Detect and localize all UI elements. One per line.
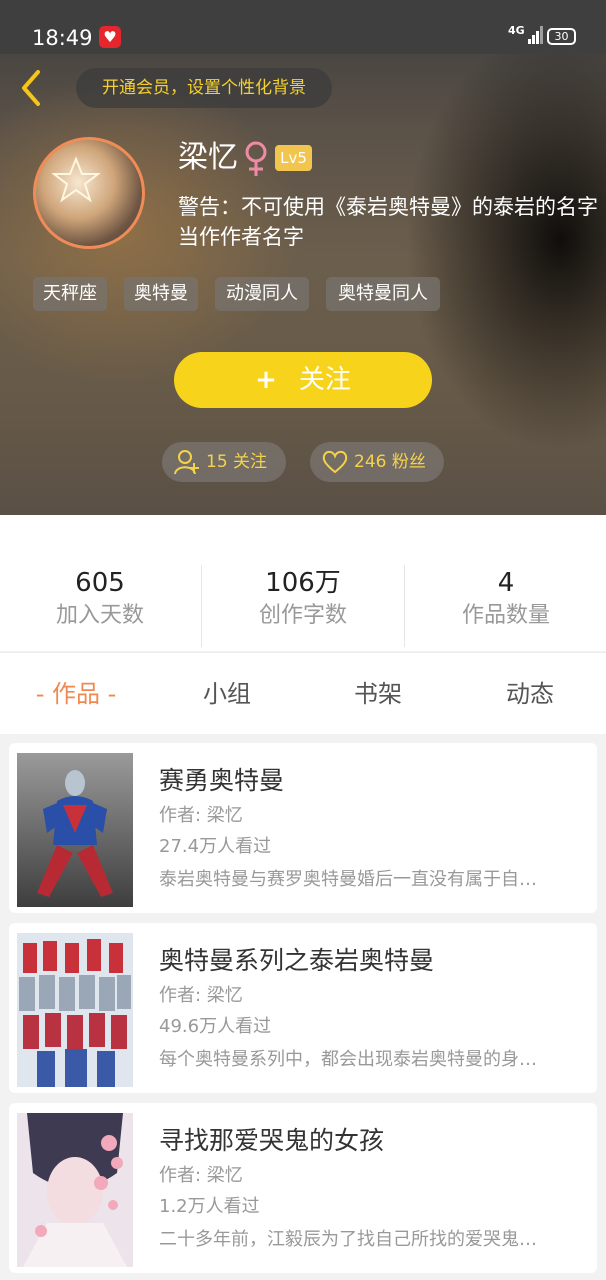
book-title: 赛勇奥特曼 [159, 766, 285, 795]
tab-groups[interactable]: 小组 [152, 677, 302, 711]
divider [201, 565, 202, 647]
book-views: 1.2万人看过 [159, 1196, 260, 1217]
tag[interactable]: 动漫同人 [215, 277, 309, 311]
stat-label: 创作字数 [258, 603, 347, 628]
following-count: 15 关注 [206, 452, 268, 472]
stat-value: 605 [75, 568, 125, 598]
book-author: 作者: 梁忆 [159, 985, 243, 1006]
tab-works[interactable]: - 作品 - [1, 677, 151, 711]
profile-tabs: - 作品 - 小组 书架 动态 [0, 652, 606, 734]
battery-icon: 30 [547, 28, 576, 45]
heart-icon [322, 450, 348, 474]
avatar[interactable] [33, 137, 145, 249]
book-item[interactable]: 寻找那爱哭鬼的女孩 作者: 梁忆 1.2万人看过 二十多年前，江毅辰为了找自己所… [9, 1103, 597, 1273]
book-description: 二十多年前，江毅辰为了找自己所找的爱哭鬼… [159, 1229, 537, 1250]
add-user-icon [174, 450, 199, 475]
fans-button[interactable]: 246 粉丝 [310, 442, 444, 482]
book-author: 作者: 梁忆 [159, 805, 243, 826]
book-title: 奥特曼系列之泰岩奥特曼 [159, 946, 435, 975]
tag[interactable]: 奥特曼同人 [326, 277, 440, 311]
profile-header: 18:49 ♥ 4G 30 开通会员，设置个性化背景 梁忆 Lv5 警告：不可使… [0, 0, 606, 515]
tab-activity[interactable]: 动态 [455, 677, 605, 711]
following-button[interactable]: 15 关注 [162, 442, 286, 482]
vip-background-button[interactable]: 开通会员，设置个性化背景 [76, 68, 332, 108]
book-views: 27.4万人看过 [159, 836, 272, 857]
stat-word-count: 106万 创作字数 [203, 567, 403, 633]
divider [404, 565, 405, 647]
female-icon [245, 141, 267, 176]
star-decoration [52, 156, 100, 203]
book-views: 49.6万人看过 [159, 1016, 272, 1037]
book-item[interactable]: 赛勇奥特曼 作者: 梁忆 27.4万人看过 泰岩奥特曼与赛罗奥特曼婚后一直没有属… [9, 743, 597, 913]
stat-join-days: 605 加入天数 [0, 567, 200, 633]
book-description: 每个奥特曼系列中，都会出现泰岩奥特曼的身… [159, 1049, 537, 1070]
tab-bookshelf[interactable]: 书架 [303, 677, 453, 711]
fans-count: 246 粉丝 [354, 452, 426, 472]
stat-label: 作品数量 [461, 603, 550, 628]
book-author: 作者: 梁忆 [159, 1165, 243, 1186]
follow-label: 关注 [298, 365, 351, 395]
book-cover [17, 933, 133, 1087]
stats-row: 605 加入天数 106万 创作字数 4 作品数量 [0, 515, 606, 651]
stat-label: 加入天数 [55, 603, 144, 628]
back-arrow-icon [22, 70, 40, 106]
stat-work-count: 4 作品数量 [406, 567, 606, 633]
stat-value: 106万 [265, 568, 341, 598]
book-title: 寻找那爱哭鬼的女孩 [159, 1126, 385, 1155]
user-bio: 警告：不可使用《泰岩奥特曼》的泰岩的名字当作作者名字 [178, 195, 598, 249]
book-cover [17, 753, 133, 907]
back-button[interactable] [16, 66, 52, 110]
user-name: 梁忆 [178, 140, 238, 175]
stat-value: 4 [497, 568, 515, 598]
network-type: 4G [508, 24, 525, 37]
level-badge: Lv5 [275, 145, 312, 171]
book-cover [17, 1113, 133, 1267]
status-bar: 18:49 ♥ 4G 30 [0, 0, 606, 54]
follow-button[interactable]: + 关注 [174, 352, 432, 408]
tag[interactable]: 奥特曼 [124, 277, 198, 311]
book-item[interactable]: 奥特曼系列之泰岩奥特曼 作者: 梁忆 49.6万人看过 每个奥特曼系列中，都会出… [9, 923, 597, 1093]
status-time: 18:49 [32, 26, 93, 50]
notification-app-icon: ♥ [99, 26, 121, 48]
book-description: 泰岩奥特曼与赛罗奥特曼婚后一直没有属于自… [159, 869, 537, 890]
tag[interactable]: 天秤座 [33, 277, 107, 311]
plus-icon: + [255, 365, 277, 395]
